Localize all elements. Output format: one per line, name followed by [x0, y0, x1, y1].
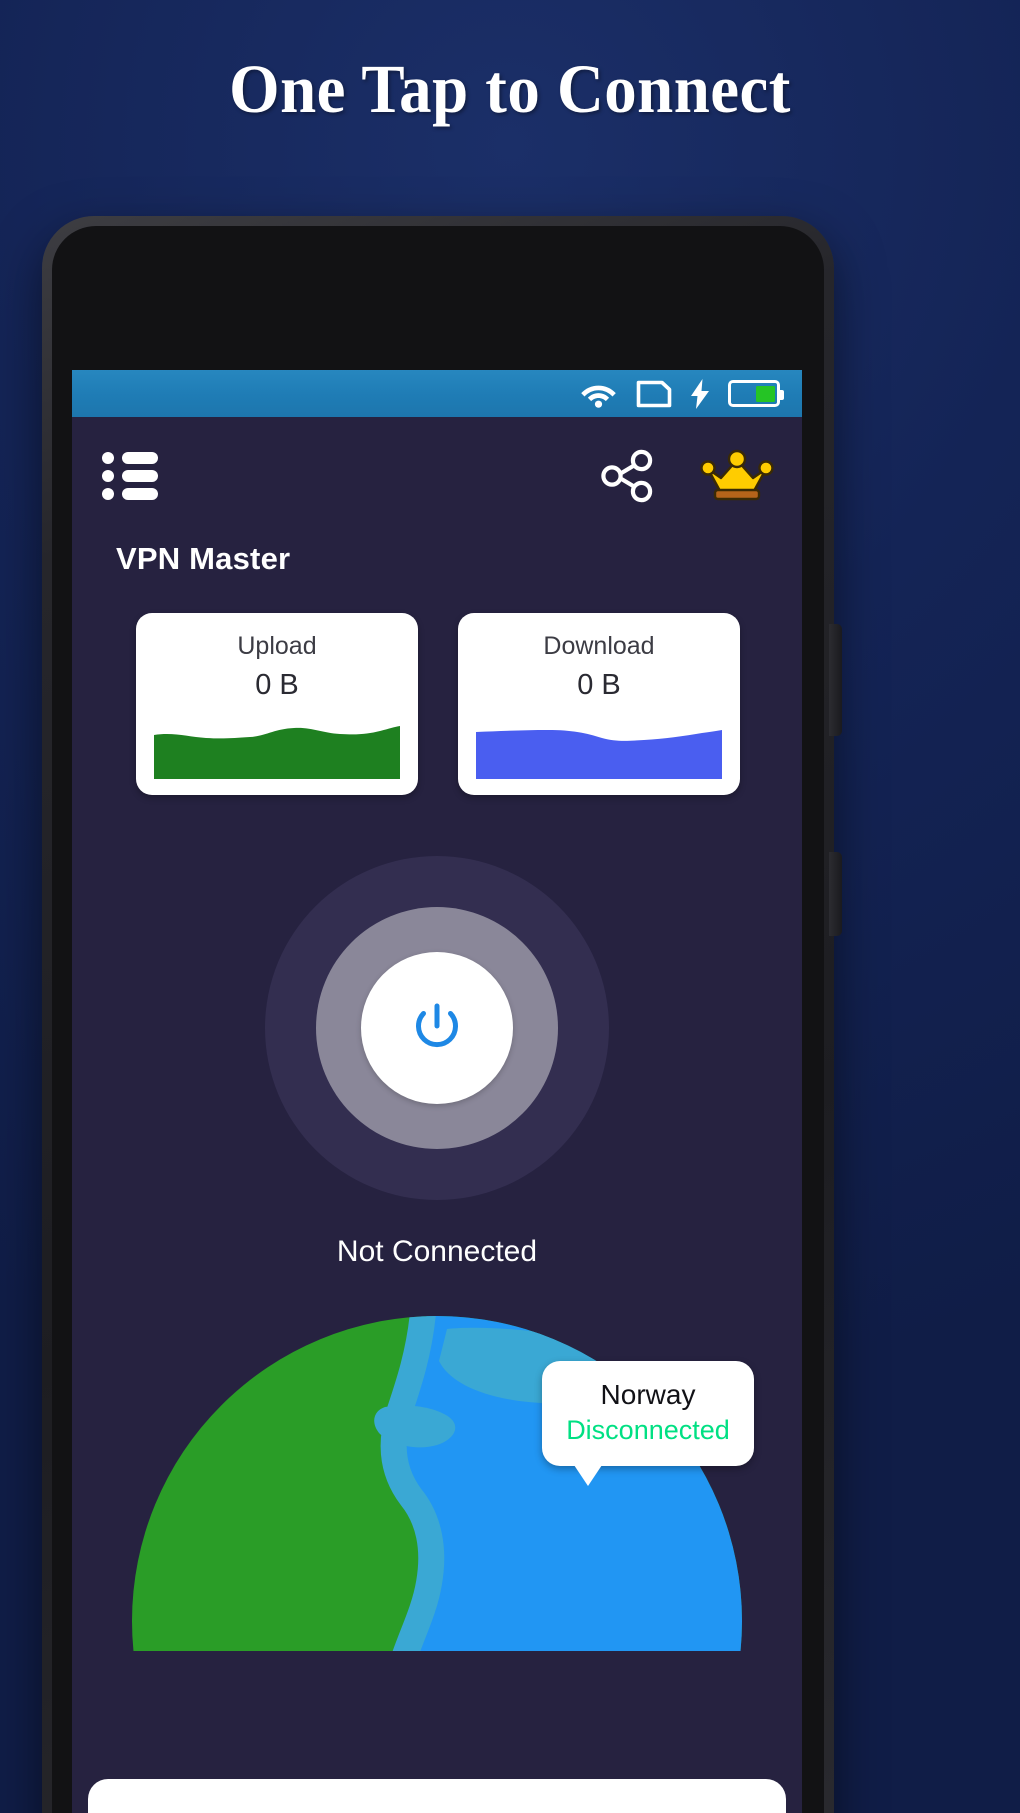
charging-bolt-icon	[691, 378, 709, 409]
vpn-connect-area	[72, 813, 802, 1243]
app-title: VPN Master	[116, 541, 291, 576]
wifi-icon	[581, 385, 616, 408]
server-tooltip[interactable]: Norway Disconnected	[542, 1361, 754, 1486]
download-stat-card: Download 0 B	[458, 613, 740, 795]
power-icon	[416, 1003, 458, 1048]
traffic-stat-cards: Upload 0 B Download 0 B	[72, 577, 802, 795]
upload-sparkline-chart	[154, 726, 400, 779]
header-actions	[596, 445, 774, 507]
status-bar	[72, 370, 802, 417]
upload-value: 0 B	[255, 669, 299, 701]
tooltip-country-name: Norway	[600, 1379, 696, 1410]
phone-power-button[interactable]	[829, 852, 842, 936]
phone-screen: VPN Master Upload 0 B Download 0 B Not C…	[72, 370, 802, 1813]
menu-dot	[102, 452, 114, 464]
app-header	[72, 417, 802, 535]
bottom-sheet[interactable]	[88, 1779, 786, 1813]
menu-bar	[122, 488, 158, 500]
menu-row	[102, 488, 158, 500]
download-sparkline-chart	[476, 730, 722, 779]
menu-dot	[102, 488, 114, 500]
battery-icon	[728, 380, 784, 407]
download-label: Download	[543, 632, 655, 660]
menu-row	[102, 452, 158, 464]
share-icon[interactable]	[596, 445, 658, 507]
menu-bar	[122, 452, 158, 464]
volume-button[interactable]	[829, 624, 842, 736]
crown-icon[interactable]	[700, 447, 774, 505]
battery-fill	[756, 385, 775, 402]
menu-bar	[122, 470, 158, 482]
vpn-connect-button[interactable]	[361, 952, 513, 1104]
upload-label: Upload	[237, 632, 317, 660]
menu-dot	[102, 470, 114, 482]
menu-row	[102, 470, 158, 482]
globe-area: Norway Disconnected	[72, 1311, 802, 1651]
promo-headline: One Tap to Connect	[229, 51, 791, 127]
list-menu-icon[interactable]	[102, 452, 158, 500]
download-value: 0 B	[577, 669, 621, 701]
tooltip-connection-state: Disconnected	[566, 1415, 730, 1445]
upload-stat-card: Upload 0 B	[136, 613, 418, 795]
sim-card-icon	[636, 380, 672, 407]
